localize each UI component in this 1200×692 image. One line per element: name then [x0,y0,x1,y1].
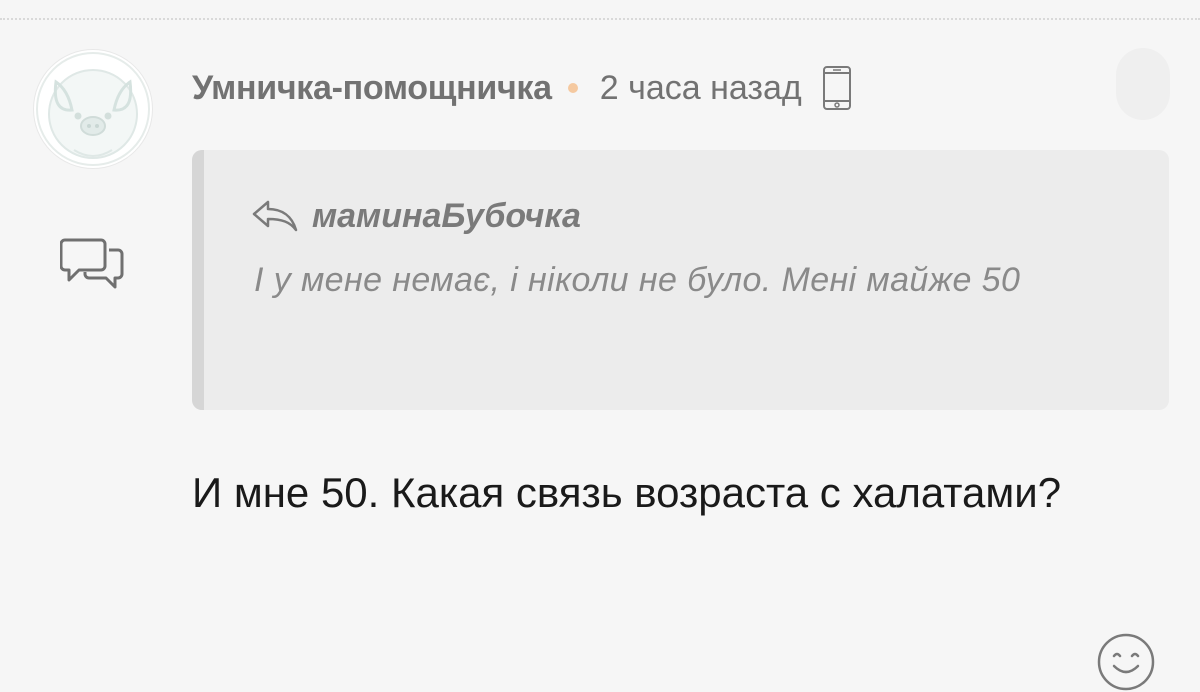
avatar[interactable] [34,50,152,168]
author-name[interactable]: Умничка-помощничка [192,69,552,108]
separator-dot [567,83,578,93]
quote-bar [192,150,204,410]
comment-menu-button[interactable] [1116,48,1170,120]
chat-bubbles-icon[interactable] [59,234,128,292]
quote-header: маминаБубочка [250,196,581,236]
reply-arrow-icon [252,200,298,232]
comment-header: Умничка-помощничка 2 часа назад [192,60,852,116]
smile-icon[interactable] [1096,632,1156,692]
comment-text: И мне 50. Какая связь возраста с халатам… [192,469,1062,516]
pig-avatar-icon [36,52,150,166]
comment-time: 2 часа назад [599,68,802,107]
top-divider [0,18,1200,20]
phone-icon [822,66,851,110]
quote-text: І у мене немає, і ніколи не було. Мені м… [254,261,1021,299]
quoted-comment[interactable]: маминаБубочка І у мене немає, і ніколи н… [192,150,1169,410]
quote-author[interactable]: маминаБубочка [312,197,581,236]
